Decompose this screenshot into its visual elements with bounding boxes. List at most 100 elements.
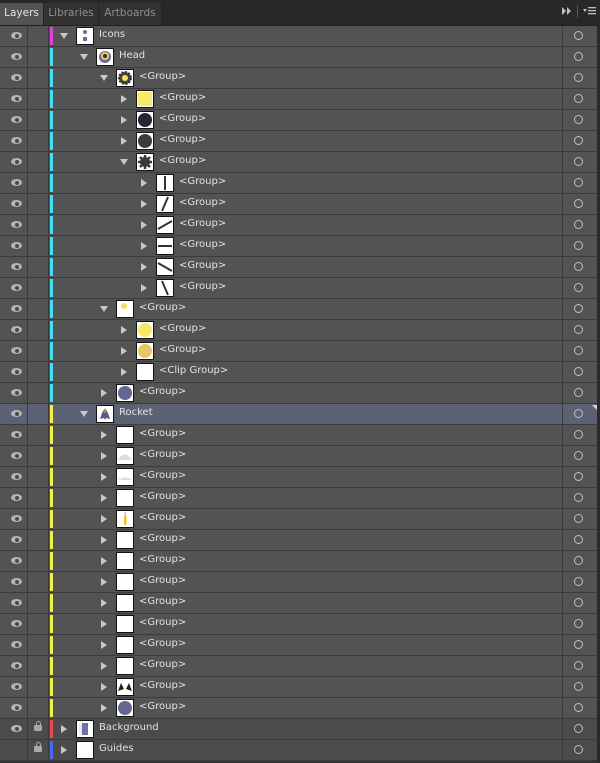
layer-name[interactable]: Guides <box>99 743 134 754</box>
layer-name[interactable]: <Group> <box>159 323 206 334</box>
lock-toggle[interactable] <box>28 278 49 298</box>
target-selector[interactable] <box>562 698 598 718</box>
lock-toggle[interactable] <box>28 341 49 361</box>
sublayer-row[interactable]: <Group> <box>0 425 597 446</box>
lock-toggle[interactable] <box>28 425 49 445</box>
target-selector[interactable] <box>562 656 598 676</box>
visibility-toggle[interactable] <box>5 740 28 760</box>
visibility-toggle[interactable] <box>5 614 28 634</box>
target-selector[interactable] <box>562 551 598 571</box>
lock-toggle[interactable] <box>28 635 49 655</box>
target-selector[interactable] <box>562 320 598 340</box>
disclosure-expanded-icon[interactable] <box>80 411 88 417</box>
visibility-toggle[interactable] <box>5 89 28 109</box>
sublayer-row[interactable]: <Group> <box>0 110 597 131</box>
target-selector[interactable] <box>562 509 598 529</box>
layer-name[interactable]: Background <box>99 722 159 733</box>
sublayer-row[interactable]: <Group> <box>0 131 597 152</box>
lock-toggle[interactable] <box>28 614 49 634</box>
visibility-toggle[interactable] <box>5 152 28 172</box>
layer-name[interactable]: <Group> <box>139 533 186 544</box>
layer-name[interactable]: Head <box>119 50 145 61</box>
visibility-toggle[interactable] <box>5 593 28 613</box>
sublayer-row[interactable]: <Group> <box>0 341 597 362</box>
disclosure-collapsed-icon[interactable] <box>141 284 147 292</box>
lock-toggle[interactable] <box>28 257 49 277</box>
target-selector[interactable] <box>562 236 598 256</box>
lock-toggle[interactable] <box>28 236 49 256</box>
sublayer-row[interactable]: <Group> <box>0 677 597 698</box>
disclosure-collapsed-icon[interactable] <box>121 347 127 355</box>
layer-name[interactable]: <Group> <box>139 701 186 712</box>
target-selector[interactable] <box>562 635 598 655</box>
target-selector[interactable] <box>562 278 598 298</box>
visibility-toggle[interactable] <box>5 257 28 277</box>
visibility-toggle[interactable] <box>5 68 28 88</box>
layer-name[interactable]: <Group> <box>139 638 186 649</box>
target-selector[interactable] <box>562 593 598 613</box>
lock-toggle[interactable] <box>28 362 49 382</box>
disclosure-expanded-icon[interactable] <box>100 75 108 81</box>
sublayer-row[interactable]: <Group> <box>0 215 597 236</box>
layer-name[interactable]: <Clip Group> <box>159 365 228 376</box>
lock-toggle[interactable] <box>28 131 49 151</box>
layer-name[interactable]: <Group> <box>159 155 206 166</box>
target-selector[interactable] <box>562 299 598 319</box>
lock-toggle[interactable] <box>28 593 49 613</box>
disclosure-collapsed-icon[interactable] <box>101 599 107 607</box>
lock-toggle[interactable] <box>28 656 49 676</box>
lock-toggle[interactable] <box>28 509 49 529</box>
target-selector[interactable] <box>562 404 598 424</box>
layer-name[interactable]: <Group> <box>179 239 226 250</box>
layer-name[interactable]: <Group> <box>159 134 206 145</box>
visibility-toggle[interactable] <box>5 299 28 319</box>
layer-name[interactable]: <Group> <box>139 302 186 313</box>
disclosure-collapsed-icon[interactable] <box>101 704 107 712</box>
visibility-toggle[interactable] <box>5 236 28 256</box>
disclosure-collapsed-icon[interactable] <box>121 368 127 376</box>
visibility-toggle[interactable] <box>5 173 28 193</box>
target-selector[interactable] <box>562 257 598 277</box>
sublayer-row[interactable]: <Group> <box>0 635 597 656</box>
lock-toggle[interactable] <box>28 110 49 130</box>
disclosure-collapsed-icon[interactable] <box>121 95 127 103</box>
disclosure-collapsed-icon[interactable] <box>141 200 147 208</box>
target-selector[interactable] <box>562 719 598 739</box>
panel-menu-icon[interactable] <box>583 6 597 19</box>
disclosure-collapsed-icon[interactable] <box>141 263 147 271</box>
lock-toggle[interactable] <box>28 551 49 571</box>
sublayer-row[interactable]: <Group> <box>0 488 597 509</box>
layer-name[interactable]: Icons <box>99 29 125 40</box>
disclosure-collapsed-icon[interactable] <box>61 746 67 754</box>
sublayer-row[interactable]: <Group> <box>0 446 597 467</box>
layer-row[interactable]: Background <box>0 719 597 740</box>
layer-name[interactable]: <Group> <box>179 281 226 292</box>
sublayer-row[interactable]: <Group> <box>0 572 597 593</box>
lock-toggle[interactable] <box>28 194 49 214</box>
layer-name[interactable]: <Group> <box>179 260 226 271</box>
visibility-toggle[interactable] <box>5 572 28 592</box>
visibility-toggle[interactable] <box>5 530 28 550</box>
disclosure-collapsed-icon[interactable] <box>141 221 147 229</box>
layer-name[interactable]: <Group> <box>139 512 186 523</box>
sublayer-row[interactable]: <Group> <box>0 68 597 89</box>
double-chevron-right-icon[interactable] <box>562 6 572 19</box>
sublayer-row[interactable]: <Group> <box>0 320 597 341</box>
target-selector[interactable] <box>562 68 598 88</box>
visibility-toggle[interactable] <box>5 446 28 466</box>
target-selector[interactable] <box>562 173 598 193</box>
visibility-toggle[interactable] <box>5 425 28 445</box>
lock-toggle[interactable] <box>28 740 49 760</box>
sublayer-row[interactable]: <Clip Group> <box>0 362 597 383</box>
visibility-toggle[interactable] <box>5 635 28 655</box>
layer-name[interactable]: <Group> <box>139 386 186 397</box>
layer-name[interactable]: <Group> <box>139 596 186 607</box>
target-selector[interactable] <box>562 89 598 109</box>
lock-toggle[interactable] <box>28 383 49 403</box>
sublayer-row[interactable]: <Group> <box>0 698 597 719</box>
target-selector[interactable] <box>562 47 598 67</box>
sublayer-row[interactable]: <Group> <box>0 551 597 572</box>
target-selector[interactable] <box>562 614 598 634</box>
sublayer-row[interactable]: <Group> <box>0 383 597 404</box>
disclosure-expanded-icon[interactable] <box>120 159 128 165</box>
